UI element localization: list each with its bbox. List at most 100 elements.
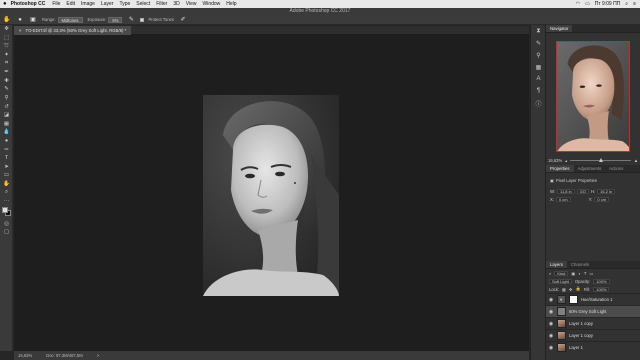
clone-stamp-tool-icon[interactable]: ⚲ (0, 94, 13, 103)
lock-pixels-icon[interactable]: ▦ (562, 287, 566, 292)
filter-type-icon[interactable]: T (584, 271, 587, 276)
x-input[interactable]: 0 cm (555, 196, 571, 202)
info-icon[interactable]: ⓘ (531, 97, 546, 109)
zoom-slider-knob[interactable] (598, 158, 603, 162)
kind-filter-select[interactable]: Kind (554, 270, 569, 276)
filter-adjust-icon[interactable]: ◐ (578, 271, 581, 276)
tab-actions[interactable]: Actions (605, 165, 627, 172)
dodge-tool-icon[interactable]: ● (0, 137, 13, 146)
layer-row[interactable]: ◉ Layer 1 (546, 341, 640, 353)
layer-row[interactable]: ◉ Layer 1 copy (546, 329, 640, 341)
pressure-icon[interactable]: ✐ (179, 16, 187, 23)
wifi-icon[interactable]: ◠ (576, 1, 580, 7)
w-input[interactable]: 11,8 in (557, 188, 575, 194)
link-dimensions-button[interactable]: GO (576, 188, 589, 194)
h-input[interactable]: 16,2 in (597, 188, 616, 194)
brush-panel-icon[interactable]: ▣ (29, 16, 37, 23)
menu-layer[interactable]: Layer (101, 1, 114, 7)
range-select[interactable]: Midtones (57, 16, 83, 23)
path-select-tool-icon[interactable]: ➤ (0, 163, 13, 172)
menu-file[interactable]: File (52, 1, 60, 7)
blur-tool-icon[interactable]: 💧 (0, 128, 13, 137)
layer-mask-thumb[interactable] (569, 295, 578, 304)
tab-channels[interactable]: Channels (567, 261, 593, 268)
layer-name[interactable]: Layer 1 copy (569, 321, 593, 326)
menu-edit[interactable]: Edit (66, 1, 75, 7)
crop-tool-icon[interactable]: ⌗ (0, 59, 13, 68)
navigator-zoom-value[interactable]: 16,63% (548, 158, 562, 163)
quick-mask-icon[interactable]: ◎ (0, 219, 13, 228)
protect-tones-checkbox[interactable] (140, 17, 145, 22)
exposure-input[interactable]: 5% (108, 16, 123, 23)
zoom-tool-icon[interactable]: ⌕ (0, 188, 13, 197)
gradient-tool-icon[interactable]: ▦ (0, 120, 13, 129)
protect-tones-group[interactable]: Protect Tones (140, 17, 174, 22)
eye-icon[interactable]: ◉ (548, 309, 554, 315)
character-icon[interactable]: A (531, 73, 546, 85)
history-brush-tool-icon[interactable]: ↺ (0, 102, 13, 111)
navigator-preview[interactable] (556, 41, 630, 152)
lock-all-icon[interactable]: 🔒 (576, 286, 581, 292)
status-zoom[interactable]: 16,63% (18, 353, 32, 358)
layer-name[interactable]: Hue/Saturation 1 (581, 297, 612, 302)
menu-help[interactable]: Help (226, 1, 236, 7)
shape-tool-icon[interactable]: ▭ (0, 171, 13, 180)
zoom-out-icon[interactable]: ▴ (565, 158, 567, 163)
document-tab[interactable]: × TO-EDIT.tif @ 33,3% (50% Grey Soft Lig… (14, 26, 132, 35)
paragraph-icon[interactable]: ¶ (531, 85, 546, 97)
brush-settings-icon[interactable]: ✎ (531, 37, 546, 49)
status-arrow[interactable]: > (97, 353, 99, 358)
battery-icon[interactable]: ▭ (585, 1, 590, 7)
menu-filter[interactable]: Filter (156, 1, 167, 7)
tab-properties[interactable]: Properties (546, 165, 574, 172)
layer-name[interactable]: Layer 1 (569, 345, 583, 350)
layer-name[interactable]: 50% Grey Soft Light (569, 309, 606, 314)
menu-image[interactable]: Image (81, 1, 95, 7)
airbrush-icon[interactable]: ✎ (127, 16, 135, 23)
tab-adjustments[interactable]: Adjustments (574, 165, 606, 172)
filter-shape-icon[interactable]: ▭ (589, 271, 593, 276)
layer-row-selected[interactable]: ◉ 50% Grey Soft Light (546, 305, 640, 317)
search-icon[interactable]: ⌕ (625, 1, 628, 7)
marquee-tool-icon[interactable]: ⬚ (0, 34, 13, 43)
menu-list-icon[interactable]: ≡ (633, 1, 636, 7)
more-tools-icon[interactable]: ··· (0, 197, 13, 206)
filter-pixel-icon[interactable]: ▣ (571, 271, 575, 276)
menu-window[interactable]: Window (202, 1, 220, 7)
foreground-color[interactable] (2, 207, 8, 214)
eyedropper-tool-icon[interactable]: ✒ (0, 68, 13, 77)
menu-3d[interactable]: 3D (173, 1, 179, 7)
tab-navigator[interactable]: Navigator (546, 25, 573, 32)
app-menu[interactable]: Photoshop CC (11, 1, 46, 7)
clock[interactable]: Пт 9:09 ПП (595, 1, 621, 7)
brush-tool-icon[interactable]: ✎ (0, 85, 13, 94)
document-image[interactable] (203, 95, 339, 296)
eye-icon[interactable]: ◉ (548, 297, 554, 303)
clone-source-icon[interactable]: ⚲ (531, 49, 546, 61)
layer-row[interactable]: ◉ ◐ Hue/Saturation 1 (546, 293, 640, 305)
history-icon[interactable]: ⧗ (531, 25, 546, 37)
menu-type[interactable]: Type (119, 1, 130, 7)
fill-input[interactable]: 100% (593, 286, 610, 292)
brush-preset-icon[interactable]: ● (16, 16, 24, 23)
canvas-area[interactable] (14, 35, 529, 351)
apple-icon[interactable]: ● (3, 1, 7, 7)
opacity-input[interactable]: 100% (593, 278, 610, 284)
eye-icon[interactable]: ◉ (548, 345, 554, 351)
move-tool-icon[interactable]: ✥ (0, 25, 13, 34)
y-input[interactable]: 0 cm (594, 196, 610, 202)
screen-mode-icon[interactable]: ▢ (0, 228, 13, 237)
eraser-tool-icon[interactable]: ◪ (0, 111, 13, 120)
eye-icon[interactable]: ◉ (548, 333, 554, 339)
quick-select-tool-icon[interactable]: ✦ (0, 51, 13, 60)
lock-position-icon[interactable]: ✥ (569, 287, 573, 292)
menu-view[interactable]: View (186, 1, 197, 7)
layer-name[interactable]: Layer 1 copy (569, 333, 593, 338)
tab-layers[interactable]: Layers (546, 261, 567, 268)
type-tool-icon[interactable]: T (0, 154, 13, 163)
healing-brush-tool-icon[interactable]: ✚ (0, 77, 13, 86)
lasso-tool-icon[interactable]: ➰ (0, 42, 13, 51)
swatches-icon[interactable]: ▦ (531, 61, 546, 73)
hand-tool-icon[interactable]: ✋ (0, 180, 13, 189)
zoom-in-icon[interactable]: ▲ (634, 158, 638, 163)
